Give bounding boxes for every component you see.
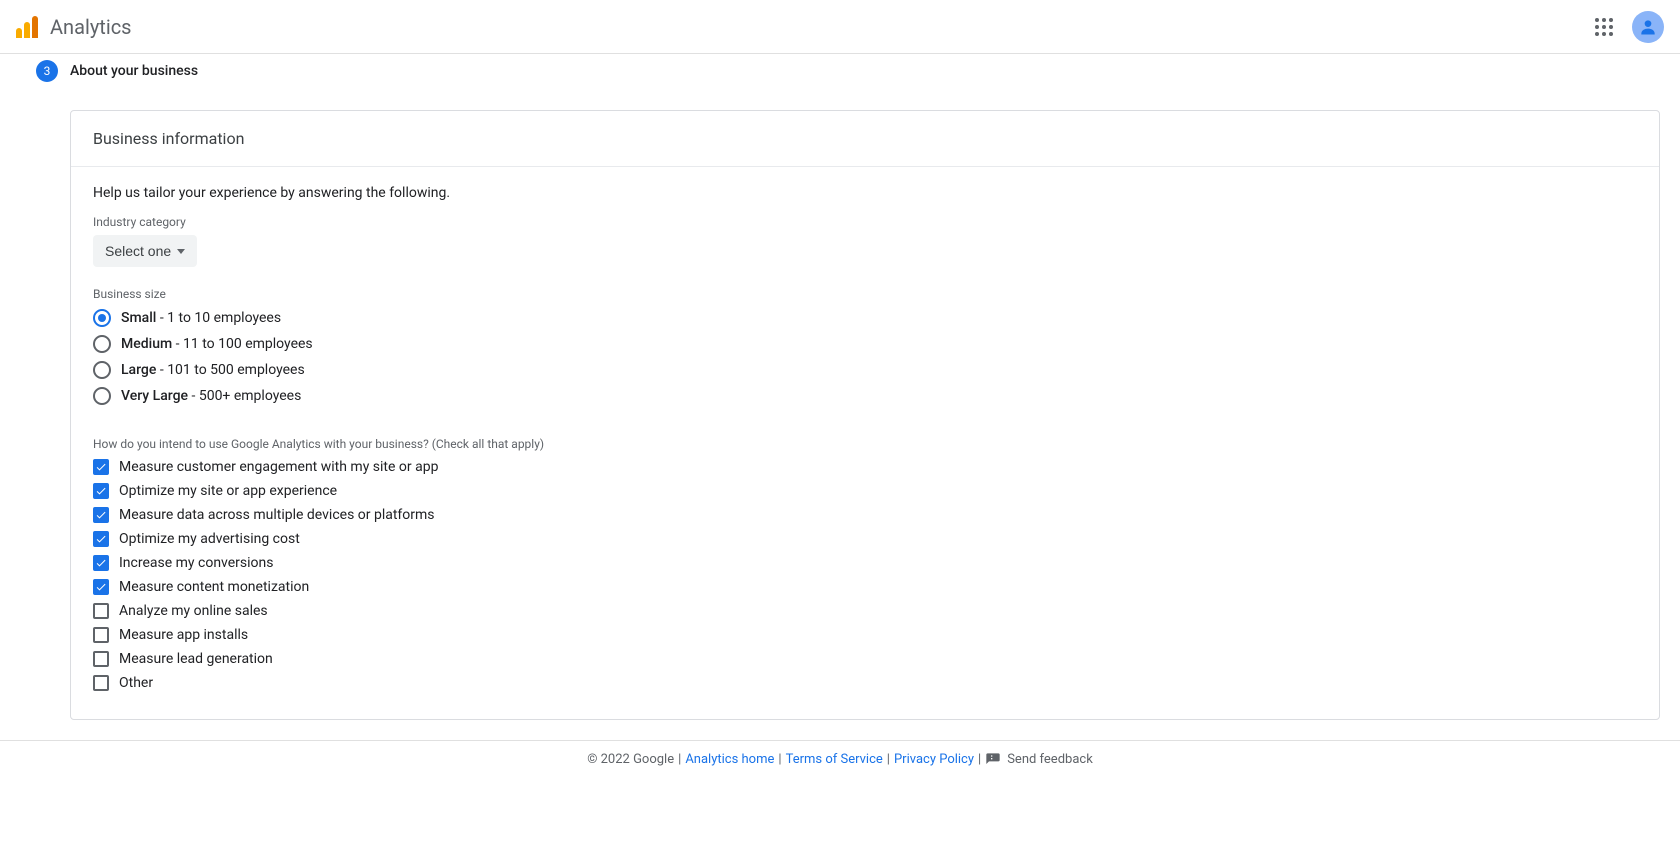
radio-icon <box>93 387 111 405</box>
radio-icon <box>93 335 111 353</box>
usage-option[interactable]: Increase my conversions <box>93 555 1637 571</box>
step-number-badge: 3 <box>36 60 58 82</box>
usage-option[interactable]: Other <box>93 675 1637 691</box>
footer-link-privacy[interactable]: Privacy Policy <box>894 752 974 767</box>
business-size-options: Small - 1 to 10 employees Medium - 11 to … <box>93 309 1637 405</box>
usage-option[interactable]: Measure content monetization <box>93 579 1637 595</box>
usage-option-label: Increase my conversions <box>119 555 274 571</box>
industry-category-label: Industry category <box>93 215 1637 229</box>
checkbox-icon <box>93 483 109 499</box>
usage-option-label: Measure content monetization <box>119 579 309 595</box>
main-content[interactable]: 3 About your business Business informati… <box>0 54 1680 740</box>
usage-option[interactable]: Analyze my online sales <box>93 603 1637 619</box>
feedback-icon <box>985 752 1001 768</box>
usage-option-label: Measure app installs <box>119 627 248 643</box>
usage-option-label: Measure lead generation <box>119 651 273 667</box>
usage-option-label: Optimize my site or app experience <box>119 483 337 499</box>
footer-sep: | <box>678 752 681 767</box>
footer-sep: | <box>978 752 981 767</box>
business-size-option-label: Small - 1 to 10 employees <box>121 310 281 326</box>
radio-icon <box>93 361 111 379</box>
send-feedback-button[interactable]: Send feedback <box>985 752 1093 768</box>
intro-text: Help us tailor your experience by answer… <box>93 185 1637 201</box>
checkbox-icon <box>93 627 109 643</box>
usage-options: Measure customer engagement with my site… <box>93 459 1637 691</box>
checkbox-icon <box>93 651 109 667</box>
checkbox-icon <box>93 507 109 523</box>
checkbox-icon <box>93 675 109 691</box>
business-size-option-label: Medium - 11 to 100 employees <box>121 336 313 352</box>
business-size-option-label: Large - 101 to 500 employees <box>121 362 305 378</box>
business-info-card: Business information Help us tailor your… <box>70 110 1660 720</box>
usage-option[interactable]: Measure lead generation <box>93 651 1637 667</box>
checkbox-icon <box>93 579 109 595</box>
page-footer: © 2022 Google | Analytics home | Terms o… <box>0 740 1680 778</box>
analytics-logo-icon <box>16 16 38 38</box>
step-title: About your business <box>70 63 198 79</box>
usage-option[interactable]: Optimize my advertising cost <box>93 531 1637 547</box>
footer-sep: | <box>778 752 781 767</box>
usage-option[interactable]: Measure app installs <box>93 627 1637 643</box>
business-size-option[interactable]: Very Large - 500+ employees <box>93 387 1637 405</box>
header-left: Analytics <box>16 15 132 39</box>
footer-link-analytics-home[interactable]: Analytics home <box>685 752 774 767</box>
usage-option-label: Measure data across multiple devices or … <box>119 507 435 523</box>
usage-option-label: Analyze my online sales <box>119 603 268 619</box>
usage-question-label: How do you intend to use Google Analytic… <box>93 437 1637 451</box>
usage-option-label: Optimize my advertising cost <box>119 531 300 547</box>
checkbox-icon <box>93 531 109 547</box>
feedback-label: Send feedback <box>1007 752 1093 767</box>
business-size-option[interactable]: Large - 101 to 500 employees <box>93 361 1637 379</box>
business-size-option[interactable]: Small - 1 to 10 employees <box>93 309 1637 327</box>
usage-option-label: Measure customer engagement with my site… <box>119 459 438 475</box>
footer-sep: | <box>887 752 890 767</box>
footer-link-terms[interactable]: Terms of Service <box>786 752 883 767</box>
header-right <box>1592 11 1664 43</box>
user-avatar[interactable] <box>1632 11 1664 43</box>
checkbox-icon <box>93 459 109 475</box>
step-header: 3 About your business <box>36 60 1660 82</box>
business-size-option-label: Very Large - 500+ employees <box>121 388 301 404</box>
card-body: Help us tailor your experience by answer… <box>71 167 1659 719</box>
card-title: Business information <box>71 111 1659 167</box>
person-icon <box>1638 17 1658 37</box>
industry-select-value: Select one <box>105 243 171 259</box>
usage-option-label: Other <box>119 675 153 691</box>
radio-icon <box>93 309 111 327</box>
apps-grid-icon[interactable] <box>1592 15 1616 39</box>
footer-copyright: © 2022 Google <box>587 752 674 767</box>
business-size-option[interactable]: Medium - 11 to 100 employees <box>93 335 1637 353</box>
usage-option[interactable]: Optimize my site or app experience <box>93 483 1637 499</box>
usage-option[interactable]: Measure customer engagement with my site… <box>93 459 1637 475</box>
checkbox-icon <box>93 603 109 619</box>
checkbox-icon <box>93 555 109 571</box>
app-header: Analytics <box>0 0 1680 54</box>
app-title: Analytics <box>50 15 132 39</box>
usage-option[interactable]: Measure data across multiple devices or … <box>93 507 1637 523</box>
business-size-label: Business size <box>93 287 1637 301</box>
chevron-down-icon <box>177 249 185 254</box>
industry-category-select[interactable]: Select one <box>93 235 197 267</box>
